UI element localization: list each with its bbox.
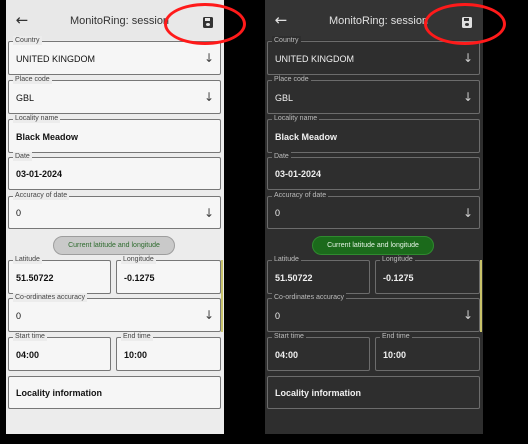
- end-time-value: 10:00: [383, 350, 407, 360]
- latitude-field[interactable]: Latitude 51.50722: [267, 255, 370, 294]
- locality-name-value: Black Meadow: [16, 132, 79, 142]
- chevron-down-icon: ↓: [462, 308, 473, 322]
- coordinates-accuracy-dropdown[interactable]: Co-ordinates accuracy 0 ↓: [8, 293, 221, 332]
- place-code-value: GBL: [275, 93, 294, 103]
- latitude-label: Latitude: [13, 255, 42, 264]
- start-time-label: Start time: [13, 332, 47, 341]
- date-value: 03-01-2024: [275, 169, 322, 179]
- latitude-value: 51.50722: [16, 273, 54, 283]
- end-time-field[interactable]: End time 10:00: [116, 332, 221, 371]
- coordinates-accuracy-dropdown[interactable]: Co-ordinates accuracy 0 ↓: [267, 293, 480, 332]
- chevron-down-icon: ↓: [462, 206, 473, 220]
- coordinates-accuracy-label: Co-ordinates accuracy: [13, 293, 88, 302]
- locality-name-label: Locality name: [272, 114, 320, 123]
- place-code-dropdown[interactable]: Place code GBL ↓: [267, 75, 480, 114]
- country-label: Country: [13, 36, 42, 45]
- locality-name-value: Black Meadow: [275, 132, 338, 142]
- longitude-field[interactable]: Longitude -0.1275: [116, 255, 221, 294]
- locality-name-field[interactable]: Locality name Black Meadow: [267, 114, 480, 153]
- longitude-label: Longitude: [121, 255, 156, 264]
- latitude-field[interactable]: Latitude 51.50722: [8, 255, 111, 294]
- scrollbar[interactable]: [480, 260, 482, 332]
- start-time-label: Start time: [272, 332, 306, 341]
- end-time-value: 10:00: [124, 350, 148, 360]
- accuracy-of-date-dropdown[interactable]: Accuracy of date 0 ↓: [267, 191, 480, 229]
- date-value: 03-01-2024: [16, 169, 63, 179]
- dark-theme-screen: ← MonitoRing: session Country UNITED KIN…: [265, 0, 483, 434]
- longitude-field[interactable]: Longitude -0.1275: [375, 255, 480, 294]
- date-field[interactable]: Date 03-01-2024: [8, 152, 221, 190]
- country-dropdown[interactable]: Country UNITED KINGDOM ↓: [267, 36, 480, 75]
- accuracy-of-date-label: Accuracy of date: [13, 191, 70, 200]
- country-dropdown[interactable]: Country UNITED KINGDOM ↓: [8, 36, 221, 75]
- end-time-field[interactable]: End time 10:00: [375, 332, 480, 371]
- current-location-button[interactable]: Current latitude and longitude: [53, 236, 175, 255]
- start-time-value: 04:00: [275, 350, 299, 360]
- country-value: UNITED KINGDOM: [16, 54, 96, 64]
- place-code-value: GBL: [16, 93, 35, 103]
- start-time-field[interactable]: Start time 04:00: [8, 332, 111, 371]
- app-title: MonitoRing: session: [329, 15, 429, 27]
- chevron-down-icon: ↓: [203, 206, 214, 220]
- app-title: MonitoRing: session: [70, 15, 170, 27]
- coordinates-accuracy-label: Co-ordinates accuracy: [272, 293, 347, 302]
- place-code-dropdown[interactable]: Place code GBL ↓: [8, 75, 221, 114]
- current-location-button[interactable]: Current latitude and longitude: [312, 236, 434, 255]
- end-time-label: End time: [380, 332, 412, 341]
- chevron-down-icon: ↓: [462, 51, 473, 65]
- date-label: Date: [272, 152, 291, 161]
- chevron-down-icon: ↓: [203, 90, 214, 104]
- place-code-label: Place code: [13, 75, 52, 84]
- save-highlight-ring: [164, 3, 246, 45]
- accuracy-of-date-label: Accuracy of date: [272, 191, 329, 200]
- scrollbar[interactable]: [221, 260, 223, 332]
- locality-information-field[interactable]: Locality information: [8, 376, 221, 409]
- longitude-label: Longitude: [380, 255, 415, 264]
- chevron-down-icon: ↓: [203, 308, 214, 322]
- start-time-field[interactable]: Start time 04:00: [267, 332, 370, 371]
- coordinates-accuracy-value: 0: [275, 311, 281, 321]
- locality-name-field[interactable]: Locality name Black Meadow: [8, 114, 221, 153]
- latitude-label: Latitude: [272, 255, 301, 264]
- date-field[interactable]: Date 03-01-2024: [267, 152, 480, 190]
- arrow-left-icon[interactable]: ←: [12, 10, 32, 30]
- save-highlight-ring: [424, 3, 506, 45]
- accuracy-of-date-dropdown[interactable]: Accuracy of date 0 ↓: [8, 191, 221, 229]
- accuracy-of-date-value: 0: [275, 208, 281, 218]
- chevron-down-icon: ↓: [203, 51, 214, 65]
- locality-information-field[interactable]: Locality information: [267, 376, 480, 409]
- arrow-left-icon[interactable]: ←: [271, 10, 291, 30]
- latitude-value: 51.50722: [275, 273, 313, 283]
- place-code-label: Place code: [272, 75, 311, 84]
- end-time-label: End time: [121, 332, 153, 341]
- country-label: Country: [272, 36, 301, 45]
- light-theme-screen: ← MonitoRing: session Country UNITED KIN…: [6, 0, 224, 434]
- accuracy-of-date-value: 0: [16, 208, 22, 218]
- chevron-down-icon: ↓: [462, 90, 473, 104]
- start-time-value: 04:00: [16, 350, 40, 360]
- coordinates-accuracy-value: 0: [16, 311, 22, 321]
- locality-information-label: Locality information: [16, 388, 103, 398]
- country-value: UNITED KINGDOM: [275, 54, 355, 64]
- longitude-value: -0.1275: [383, 273, 414, 283]
- locality-information-label: Locality information: [275, 388, 362, 398]
- date-label: Date: [13, 152, 32, 161]
- locality-name-label: Locality name: [13, 114, 61, 123]
- longitude-value: -0.1275: [124, 273, 155, 283]
